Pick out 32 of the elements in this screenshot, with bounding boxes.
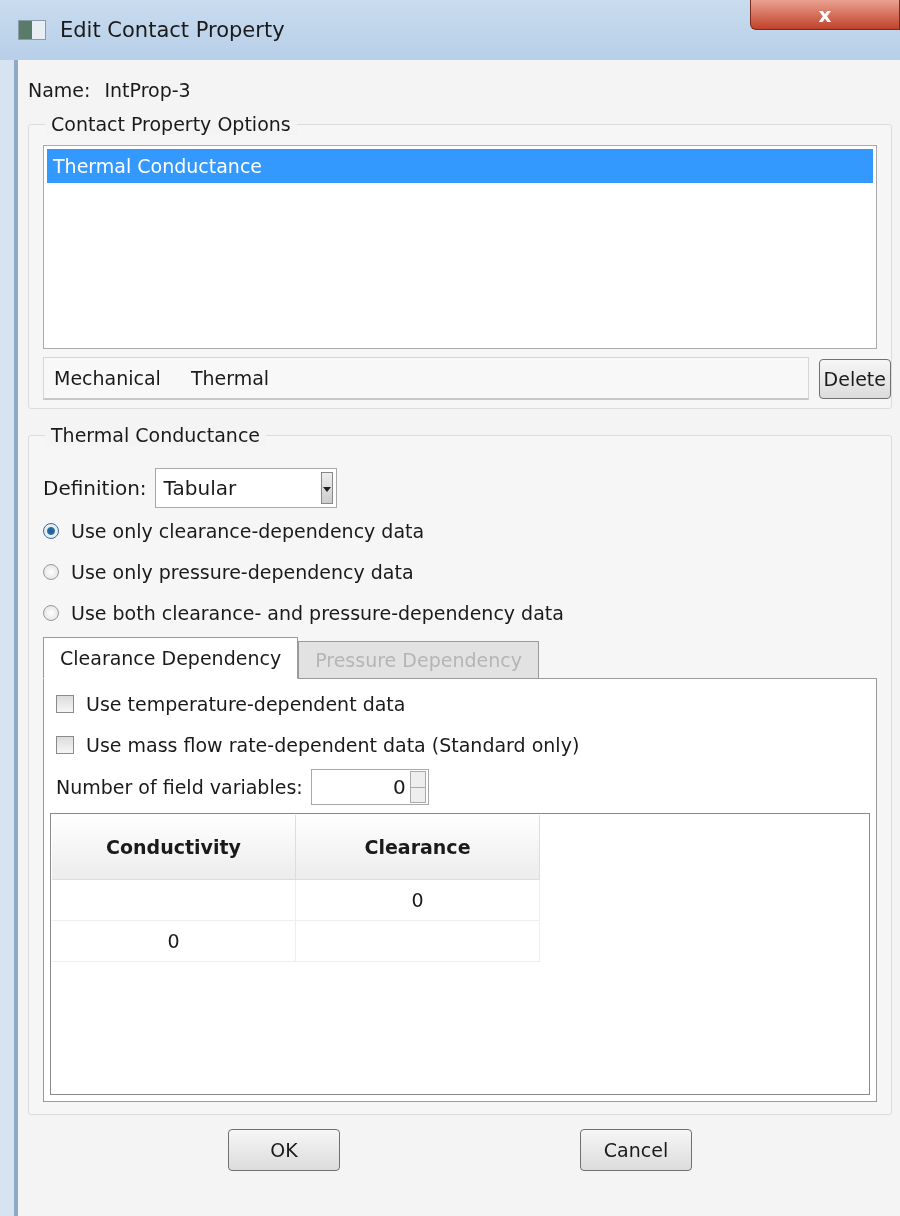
ok-button[interactable]: OK (228, 1129, 340, 1171)
definition-label: Definition: (43, 476, 147, 500)
radio-label: Use only pressure-dependency data (71, 560, 414, 583)
column-header[interactable]: Conductivity (52, 815, 296, 880)
radio-button[interactable] (43, 563, 59, 580)
delete-button[interactable]: Delete (818, 358, 891, 399)
radio-label: Use only clearance-dependency data (71, 519, 425, 542)
close-button[interactable]: x (750, 0, 900, 30)
spinner-arrows-icon (409, 771, 426, 803)
tab[interactable]: Clearance Dependency (43, 637, 299, 679)
field-variables-label: Number of field variables: (56, 776, 303, 798)
checkbox-label: Use mass flow rate-dependent data (Standard only) (86, 733, 580, 756)
name-value: IntProp-3 (104, 79, 191, 101)
checkbox-label: Use temperature-dependent data (86, 692, 406, 715)
window-icon (18, 20, 46, 40)
menu-item[interactable]: Thermal (190, 367, 270, 389)
number-spinner[interactable]: 0 (310, 769, 429, 805)
group-title: Contact Property Options (45, 113, 297, 135)
definition-dropdown[interactable]: Tabular (154, 468, 337, 508)
name-label: Name: (28, 79, 91, 101)
table-cell[interactable]: 0 (296, 880, 540, 921)
cancel-button[interactable]: Cancel (580, 1129, 692, 1171)
window-title: Edit Contact Property (60, 18, 285, 42)
menu-item[interactable]: Mechanical (54, 367, 161, 389)
checkbox[interactable] (56, 694, 74, 713)
table-cell[interactable] (52, 880, 296, 921)
radio-button[interactable] (43, 522, 59, 539)
column-header[interactable]: Clearance (296, 815, 540, 880)
checkbox[interactable] (56, 735, 74, 754)
table-cell[interactable]: 0 (52, 921, 296, 962)
radio-button[interactable] (43, 604, 59, 621)
radio-label: Use both clearance- and pressure-dependency data (71, 601, 564, 624)
